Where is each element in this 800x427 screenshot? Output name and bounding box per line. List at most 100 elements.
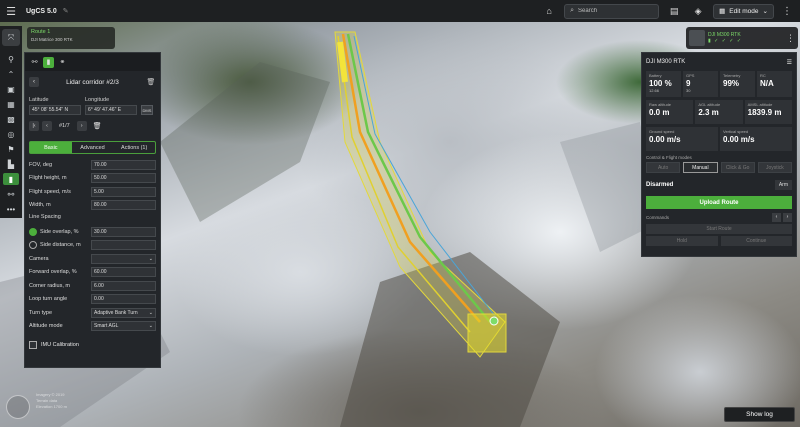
- battery-value: 100 %: [649, 79, 672, 88]
- raw-altitude-label: Raw altitude: [649, 102, 672, 107]
- building-tool-icon[interactable]: ▙: [3, 158, 19, 170]
- first-waypoint-button[interactable]: |‹: [29, 121, 39, 131]
- fov-field[interactable]: 70.00: [91, 159, 156, 170]
- flag-tool-icon[interactable]: ⚑: [3, 143, 19, 155]
- prev-command-button[interactable]: ‹: [772, 212, 781, 222]
- tab-actions[interactable]: Actions (1): [113, 142, 155, 153]
- corridor-segment-icon[interactable]: ▮: [43, 56, 54, 68]
- width-field[interactable]: 80.00: [91, 200, 156, 211]
- arm-status: Disarmed: [646, 182, 674, 188]
- side-distance-label: Side distance, m: [40, 242, 81, 249]
- segment-panel: ⚯ ▮ ⚭ ‹ Lidar corridor #2/3 🗑 Latitude L…: [24, 52, 161, 368]
- search-input[interactable]: [578, 8, 657, 14]
- drone-menu-icon[interactable]: ⋮: [786, 33, 795, 44]
- control-modes: Auto Manual Click & Go Joystick: [646, 162, 792, 173]
- next-command-button[interactable]: ›: [783, 212, 792, 222]
- side-distance-option[interactable]: Side distance, m: [29, 241, 91, 250]
- vertex-tool-icon[interactable]: ⌃: [3, 68, 19, 80]
- list-icon[interactable]: ☰: [787, 59, 792, 66]
- tab-advanced[interactable]: Advanced: [72, 142, 114, 153]
- home-icon[interactable]: ⌂: [540, 3, 558, 19]
- imu-calibration-checkbox[interactable]: [29, 341, 37, 349]
- dms-button[interactable]: DMS: [141, 105, 153, 115]
- hold-button[interactable]: Hold: [646, 236, 718, 246]
- edit-pencil-icon[interactable]: ✎: [63, 7, 69, 15]
- turn-type-select[interactable]: Adaptive Bank Turn ⌄: [91, 307, 156, 318]
- delete-segment-icon[interactable]: 🗑: [146, 78, 156, 86]
- link-tool-icon[interactable]: ⚯: [3, 188, 19, 200]
- side-distance-radio[interactable]: [29, 241, 37, 250]
- layers-icon[interactable]: ◈: [689, 3, 707, 19]
- segment-toolbar: ⚯ ▮ ⚭: [25, 53, 160, 71]
- corner-radius-field[interactable]: 6.00: [91, 280, 156, 291]
- prev-segment-button[interactable]: ‹: [29, 77, 39, 87]
- app-title: UgCS 5.0: [26, 7, 57, 15]
- side-distance-field[interactable]: [91, 240, 156, 251]
- arm-button[interactable]: Arm: [774, 180, 792, 190]
- imu-calibration-option[interactable]: IMU Calibration: [29, 341, 156, 349]
- prev-waypoint-button[interactable]: ‹: [42, 121, 52, 131]
- side-overlap-option[interactable]: Side overlap, %: [29, 227, 91, 236]
- search-icon: ⌕: [570, 7, 575, 14]
- agl-altitude-value: 2.3 m: [698, 108, 719, 117]
- show-log-button[interactable]: Show log: [724, 407, 795, 422]
- gps-label: GPS: [686, 73, 695, 78]
- next-waypoint-button[interactable]: ›: [76, 121, 87, 131]
- rc-cell: RC N/A: [757, 71, 792, 97]
- drone-panel-title: DJI M300 RTK: [646, 59, 686, 65]
- agl-altitude-cell: AGL altitude 2.3 m: [695, 100, 743, 124]
- amsl-altitude-value: 1839.9 m: [747, 108, 782, 117]
- longitude-field[interactable]: [85, 105, 137, 115]
- circle-tool-icon[interactable]: ◎: [3, 128, 19, 140]
- latitude-field[interactable]: [29, 105, 81, 115]
- camera-select[interactable]: ⌄: [91, 253, 156, 264]
- chevron-down-icon: ⌄: [762, 8, 768, 15]
- mode-selector[interactable]: ▦ Edit mode ⌄: [713, 3, 774, 19]
- mode-manual-button[interactable]: Manual: [683, 162, 718, 173]
- side-overlap-radio[interactable]: [29, 227, 37, 236]
- continue-button[interactable]: Continue: [720, 236, 792, 246]
- height-field[interactable]: 50.00: [91, 173, 156, 184]
- start-route-button[interactable]: Start Route: [646, 224, 792, 234]
- location-pin-icon[interactable]: ⚲: [3, 53, 19, 65]
- corridor-tool-icon[interactable]: ▮: [3, 173, 19, 185]
- vertical-speed-value: 0.00 m/s: [723, 135, 755, 144]
- route-toggle-icon[interactable]: ⤧: [2, 29, 20, 46]
- search-box[interactable]: ⌕: [564, 3, 660, 19]
- route-drone: DJI Matrice 300 RTK: [31, 37, 73, 42]
- hamburger-menu-icon[interactable]: ☰: [0, 0, 22, 22]
- compass-icon[interactable]: [6, 395, 30, 419]
- tab-basic[interactable]: Basic: [30, 142, 72, 153]
- chevron-down-icon: ⌄: [148, 255, 153, 262]
- battery-voltage: 12.66: [649, 88, 660, 93]
- forward-overlap-field[interactable]: 60.00: [91, 267, 156, 278]
- clipboard-icon[interactable]: ▤: [665, 3, 683, 19]
- vertical-speed-label: Vertical speed: [723, 129, 749, 134]
- speed-field[interactable]: 5.00: [91, 186, 156, 197]
- mode-joystick-button[interactable]: Joystick: [757, 162, 792, 173]
- mode-auto-button[interactable]: Auto: [646, 162, 681, 173]
- area-tool-icon[interactable]: ▩: [3, 113, 19, 125]
- forward-overlap-label: Forward overlap, %: [29, 269, 77, 276]
- delete-waypoint-icon[interactable]: 🗑: [93, 122, 102, 130]
- altitude-mode-select[interactable]: Smart AGL ⌄: [91, 321, 156, 332]
- more-menu-icon[interactable]: ⋮: [782, 6, 792, 17]
- more-tools-icon[interactable]: •••: [3, 203, 19, 215]
- line-spacing-label: Line Spacing: [29, 214, 61, 220]
- mode-click-go-button[interactable]: Click & Go: [720, 162, 755, 173]
- link-icon[interactable]: ⚯: [29, 57, 40, 68]
- imu-calibration-label: IMU Calibration: [41, 342, 79, 348]
- side-overlap-field[interactable]: 30.00: [91, 226, 156, 237]
- gps-cell: GPS 9 30: [683, 71, 718, 97]
- route-chip[interactable]: Route 1 DJI Matrice 300 RTK: [27, 27, 115, 49]
- drone-chip[interactable]: DJI M300 RTK ▮ ✓ ✓ ✓ ✓ ⋮: [686, 27, 798, 49]
- battery-label: Battery: [649, 73, 662, 78]
- side-overlap-label: Side overlap, %: [40, 228, 79, 235]
- photo-tool-icon[interactable]: ▣: [3, 83, 19, 95]
- chain-icon[interactable]: ⚭: [57, 57, 68, 68]
- telemetry-cell: Telemetry 99%: [720, 71, 755, 97]
- ground-speed-label: Ground speed: [649, 129, 675, 134]
- upload-route-button[interactable]: Upload Route: [646, 196, 792, 209]
- loop-turn-field[interactable]: 0.00: [91, 294, 156, 305]
- grid-tool-icon[interactable]: ▦: [3, 98, 19, 110]
